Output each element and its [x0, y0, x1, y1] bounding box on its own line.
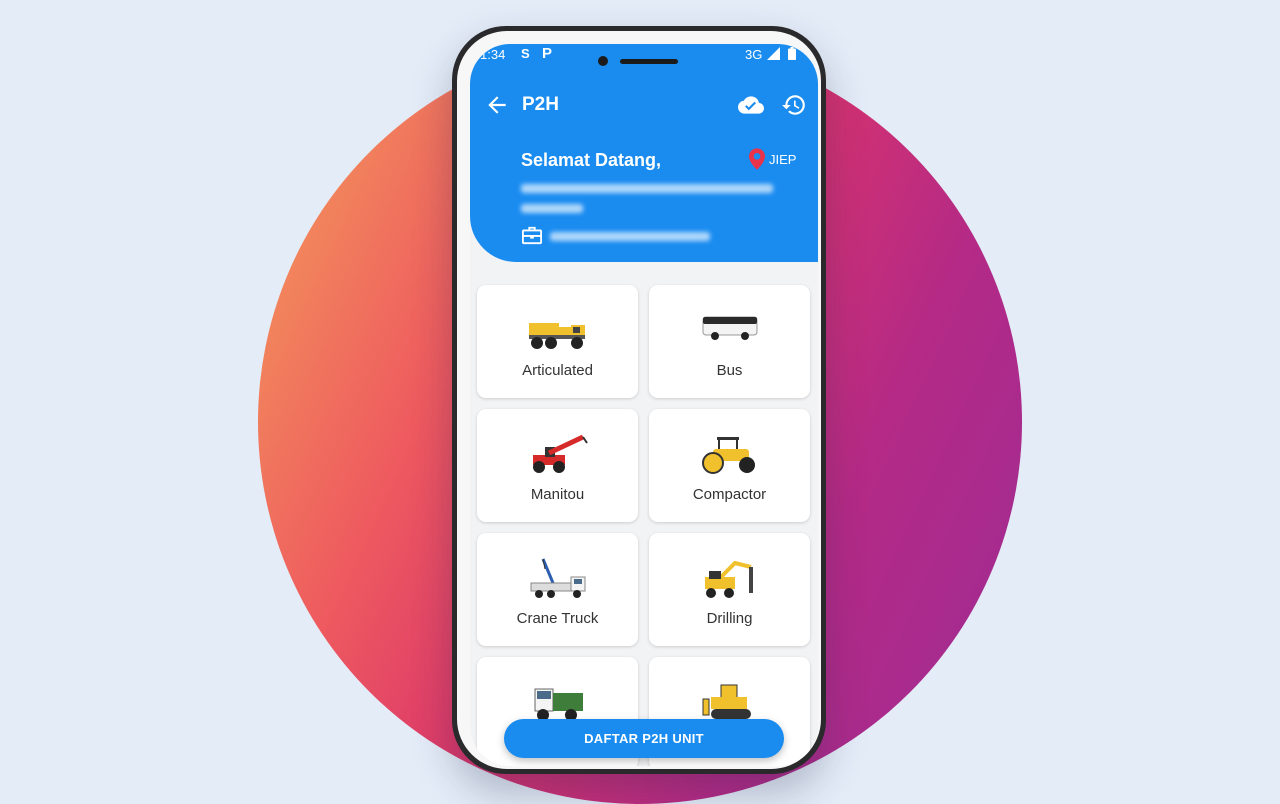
unit-label: Compactor: [692, 486, 767, 503]
crane-truck-icon: [530, 558, 585, 598]
road-roller-icon: [701, 437, 755, 474]
front-camera: [598, 56, 608, 66]
telehandler-icon: [532, 434, 588, 473]
unit-card-manitou[interactable]: Manitou: [477, 409, 638, 522]
daftar-p2h-unit-button[interactable]: DAFTAR P2H UNIT: [504, 719, 784, 758]
history-icon[interactable]: [781, 92, 807, 118]
header-panel: 1:34 S P 3G P2H Selamat Datang, JIEP: [470, 44, 818, 262]
company-name-redacted: [550, 232, 710, 241]
unit-card-crane-truck[interactable]: Crane Truck: [477, 533, 638, 646]
unit-label: Bus: [716, 362, 743, 379]
map-pin-icon: [749, 148, 765, 170]
status-s-icon: S: [521, 46, 530, 61]
location-label: JIEP: [769, 152, 797, 167]
bus-icon: [702, 316, 757, 340]
articulated-truck-icon: [528, 323, 585, 349]
briefcase-icon: [522, 226, 542, 245]
unit-card-bus[interactable]: Bus: [649, 285, 810, 398]
user-name-redacted: [521, 184, 773, 193]
user-id-redacted: [521, 204, 583, 213]
status-p-icon: P: [542, 45, 553, 62]
earpiece: [620, 59, 678, 64]
signal-icon: [767, 47, 780, 60]
drilling-rig-icon: [704, 560, 753, 598]
back-button[interactable]: [484, 92, 510, 118]
page-title: P2H: [522, 94, 559, 115]
unit-card-compactor[interactable]: Compactor: [649, 409, 810, 522]
unit-label: Drilling: [706, 610, 753, 627]
app-bar: P2H: [470, 80, 818, 132]
cloud-check-icon[interactable]: [737, 92, 765, 118]
welcome-heading: Selamat Datang,: [521, 150, 662, 170]
unit-card-articulated[interactable]: Articulated: [477, 285, 638, 398]
unit-label: Crane Truck: [516, 610, 599, 627]
status-time: 1:34: [480, 47, 506, 62]
battery-icon: [788, 47, 796, 60]
network-type: 3G: [745, 47, 763, 62]
unit-label: Articulated: [522, 362, 593, 379]
unit-label: Manitou: [530, 486, 585, 503]
phone-frame: 1:34 S P 3G P2H Selamat Datang, JIEP Art…: [452, 26, 826, 774]
app-screen: 1:34 S P 3G P2H Selamat Datang, JIEP Art…: [470, 44, 818, 766]
unit-card-drilling[interactable]: Drilling: [649, 533, 810, 646]
